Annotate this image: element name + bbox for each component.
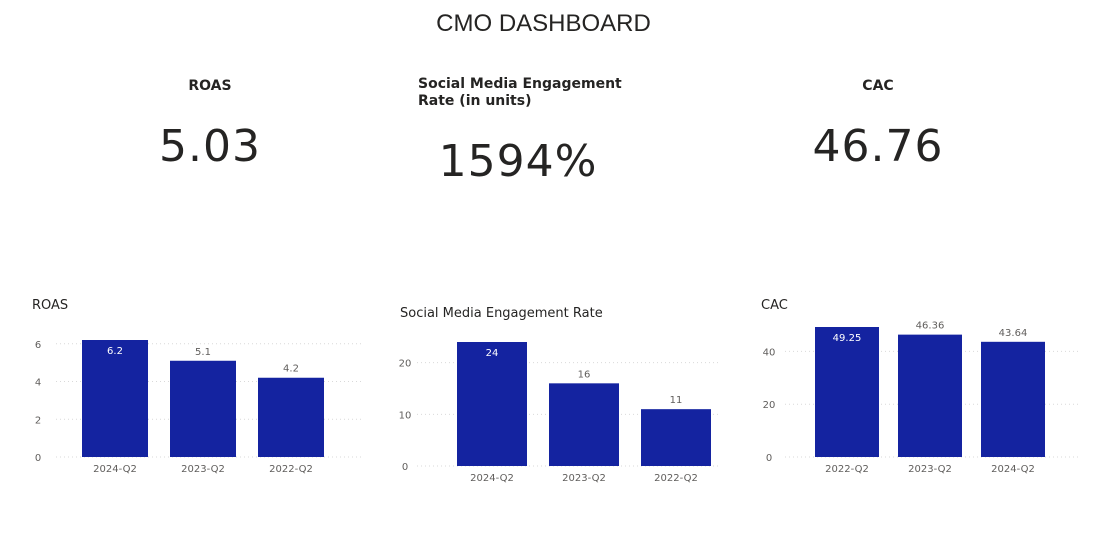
kpi-label: Social Media Engagement Rate (in units): [418, 76, 622, 109]
social-engagement-chart-svg: 0 10 20 24 2024-Q2 16 2023-Q2 11 2022-Q2: [399, 342, 720, 484]
bar: [170, 360, 236, 457]
bar: [457, 342, 527, 466]
y-tick-label: 20: [399, 359, 412, 370]
data-label: 4.2: [283, 364, 299, 375]
social-engagement-bar-chart[interactable]: Social Media Engagement Rate 0 10 20 24 2024…: [395, 296, 725, 491]
bar: [549, 383, 619, 466]
kpi-value: 46.76: [812, 121, 944, 172]
y-tick-label: 10: [399, 410, 412, 421]
bar: [641, 409, 711, 466]
data-label: 11: [670, 395, 683, 406]
roas-chart-svg: 0 2 4 6 6.2 2024-Q2 5.1 2023-Q2 4.2 2022-Q2: [35, 340, 363, 475]
x-tick-label: 2023-Q2: [562, 473, 606, 484]
x-tick-label: 2024-Q2: [93, 464, 137, 475]
bar: [815, 327, 879, 457]
data-label: 6.2: [107, 346, 123, 357]
kpi-value: 1594%: [438, 136, 598, 187]
data-label: 49.25: [833, 333, 862, 344]
bar: [898, 334, 962, 457]
kpi-label: ROAS: [188, 78, 232, 94]
y-tick-label: 40: [763, 347, 776, 358]
kpi-card-social-engagement[interactable]: Social Media Engagement Rate (in units) …: [418, 76, 658, 187]
data-label: 46.36: [916, 321, 945, 332]
y-tick-label: 2: [35, 415, 41, 426]
data-label: 5.1: [195, 347, 211, 358]
cac-bar-chart[interactable]: CAC 0 20 40 49.25 2022-Q2 46.36 2023-Q2 43.64 20…: [755, 290, 1085, 485]
y-tick-label: 6: [35, 340, 41, 351]
x-tick-label: 2024-Q2: [991, 464, 1035, 475]
roas-bar-chart[interactable]: ROAS 0 2 4 6 6.2 2024-Q2 5.1 2023-Q2 4.2 2022-Q2: [28, 296, 368, 486]
data-label: 43.64: [999, 328, 1028, 339]
dashboard-title: CMO DASHBOARD: [436, 10, 651, 37]
x-tick-label: 2024-Q2: [470, 473, 514, 484]
y-tick-label: 0: [766, 453, 772, 464]
y-tick-label: 20: [763, 400, 776, 411]
bar: [981, 341, 1045, 457]
y-tick-label: 0: [35, 453, 41, 464]
data-label: 16: [578, 369, 591, 380]
kpi-label: CAC: [862, 78, 894, 94]
bar: [258, 377, 324, 457]
x-tick-label: 2022-Q2: [825, 464, 869, 475]
x-tick-label: 2023-Q2: [181, 464, 225, 475]
y-tick-label: 0: [402, 462, 408, 473]
kpi-value: 5.03: [159, 121, 261, 172]
x-tick-label: 2022-Q2: [654, 473, 698, 484]
bar: [82, 340, 148, 457]
x-tick-label: 2022-Q2: [269, 464, 313, 475]
x-tick-label: 2023-Q2: [908, 464, 952, 475]
y-tick-label: 4: [35, 378, 41, 389]
kpi-card-roas[interactable]: ROAS 5.03: [150, 78, 270, 172]
kpi-card-cac[interactable]: CAC 46.76: [800, 78, 956, 172]
cac-chart-svg: 0 20 40 49.25 2022-Q2 46.36 2023-Q2 43.64 2024-Q…: [763, 321, 1078, 475]
data-label: 24: [486, 348, 499, 359]
